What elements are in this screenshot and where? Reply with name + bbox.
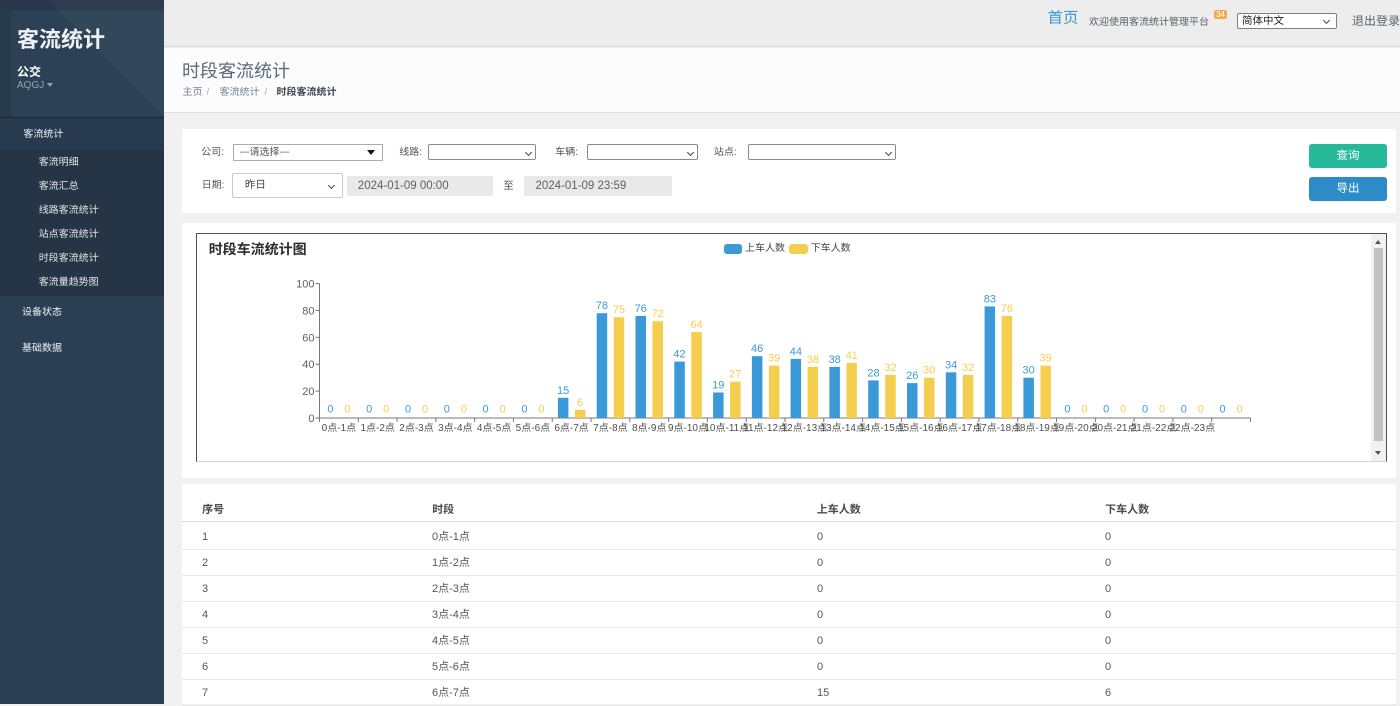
svg-text:0: 0 — [1081, 404, 1087, 416]
svg-text:30: 30 — [1022, 365, 1034, 377]
svg-text:0: 0 — [500, 404, 506, 416]
svg-text:0点-1点: 0点-1点 — [322, 422, 356, 434]
svg-text:64: 64 — [690, 319, 702, 331]
svg-text:0: 0 — [327, 404, 333, 416]
svg-text:0: 0 — [1142, 404, 1148, 416]
svg-text:100: 100 — [296, 279, 314, 291]
svg-text:39: 39 — [1039, 353, 1051, 365]
svg-text:76: 76 — [635, 303, 647, 315]
svg-text:0: 0 — [1198, 404, 1204, 416]
svg-text:0: 0 — [1120, 404, 1126, 416]
svg-text:7点-8点: 7点-8点 — [593, 422, 627, 434]
svg-text:22点-23点: 22点-23点 — [1170, 422, 1216, 434]
svg-text:0: 0 — [1103, 404, 1109, 416]
svg-text:0: 0 — [1159, 404, 1165, 416]
svg-text:72: 72 — [652, 308, 664, 320]
svg-text:15: 15 — [557, 385, 569, 397]
svg-text:0: 0 — [308, 413, 314, 425]
svg-text:38: 38 — [829, 354, 841, 366]
svg-text:26: 26 — [906, 370, 918, 382]
svg-text:19: 19 — [712, 380, 724, 392]
svg-text:1点-2点: 1点-2点 — [360, 422, 394, 434]
svg-text:40: 40 — [302, 359, 314, 371]
svg-text:6: 6 — [577, 397, 583, 409]
svg-text:3点-4点: 3点-4点 — [438, 422, 472, 434]
svg-text:42: 42 — [673, 349, 685, 361]
svg-text:78: 78 — [596, 300, 608, 312]
svg-text:32: 32 — [962, 362, 974, 374]
svg-text:39: 39 — [768, 353, 780, 365]
svg-text:0: 0 — [366, 404, 372, 416]
svg-text:0: 0 — [1181, 404, 1187, 416]
svg-text:80: 80 — [302, 305, 314, 317]
svg-text:0: 0 — [344, 404, 350, 416]
svg-text:60: 60 — [302, 332, 314, 344]
svg-text:6点-7点: 6点-7点 — [554, 422, 588, 434]
svg-text:0: 0 — [461, 404, 467, 416]
svg-text:46: 46 — [751, 343, 763, 355]
svg-text:30: 30 — [923, 365, 935, 377]
svg-text:28: 28 — [867, 367, 879, 379]
svg-text:0: 0 — [1237, 404, 1243, 416]
svg-text:32: 32 — [884, 362, 896, 374]
svg-text:27: 27 — [729, 369, 741, 381]
svg-text:0: 0 — [538, 404, 544, 416]
svg-text:5点-6点: 5点-6点 — [516, 422, 550, 434]
svg-text:4点-5点: 4点-5点 — [477, 422, 511, 434]
svg-text:9点-10点: 9点-10点 — [668, 422, 708, 434]
svg-text:0: 0 — [383, 404, 389, 416]
svg-text:44: 44 — [790, 346, 802, 358]
svg-text:0: 0 — [483, 404, 489, 416]
svg-text:83: 83 — [984, 293, 996, 305]
svg-text:0: 0 — [1220, 404, 1226, 416]
svg-text:0: 0 — [422, 404, 428, 416]
svg-text:41: 41 — [846, 350, 858, 362]
svg-text:34: 34 — [945, 359, 957, 371]
svg-text:0: 0 — [444, 404, 450, 416]
svg-text:0: 0 — [405, 404, 411, 416]
svg-text:0: 0 — [521, 404, 527, 416]
svg-text:2点-3点: 2点-3点 — [399, 422, 433, 434]
svg-text:75: 75 — [613, 304, 625, 316]
svg-text:20: 20 — [302, 386, 314, 398]
svg-text:0: 0 — [1064, 404, 1070, 416]
svg-text:38: 38 — [807, 354, 819, 366]
svg-text:8点-9点: 8点-9点 — [632, 422, 666, 434]
svg-text:76: 76 — [1001, 303, 1013, 315]
